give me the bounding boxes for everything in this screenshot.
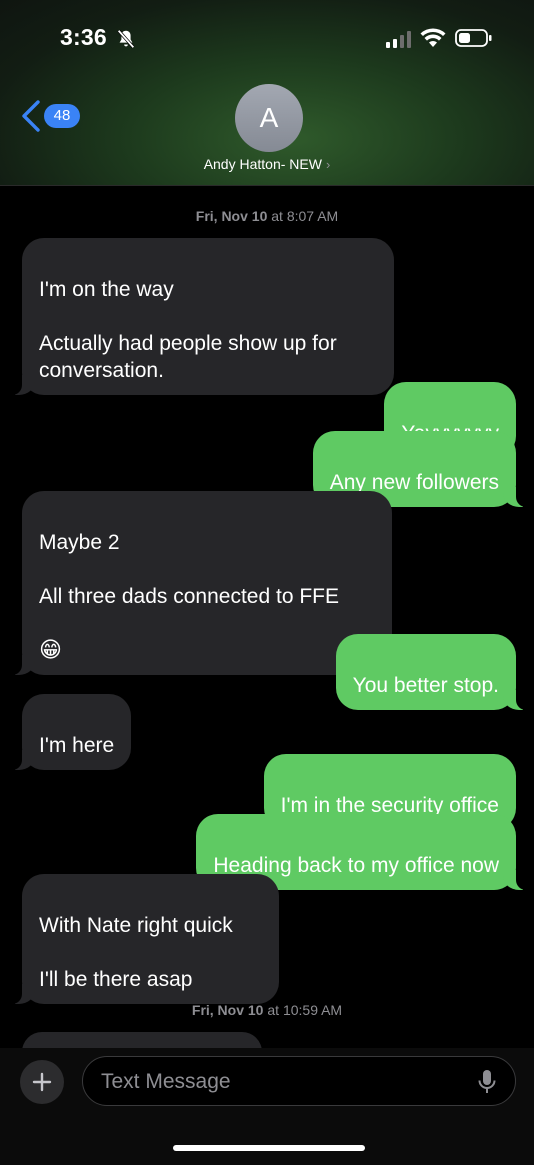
battery-icon — [455, 29, 492, 47]
contact-name[interactable]: Andy Hatton- NEW › — [0, 156, 534, 172]
grinning-emoji: 😁 — [39, 637, 62, 662]
message-text: Maybe 2 All three dads connected to FFE — [39, 531, 339, 608]
message-thread[interactable]: Fri, Nov 10 at 8:07 AM I'm on the way Ac… — [0, 186, 534, 1048]
composer-bar — [0, 1048, 534, 1165]
status-time: 3:36 — [60, 24, 107, 50]
timestamp-time: at 10:59 AM — [263, 1002, 343, 1018]
timestamp-time: at 8:07 AM — [267, 208, 339, 224]
add-attachment-button[interactable] — [20, 1060, 64, 1104]
avatar[interactable]: A — [235, 84, 303, 152]
chevron-left-icon — [22, 100, 40, 132]
back-button[interactable]: 48 — [20, 96, 80, 136]
bell-off-icon — [117, 29, 135, 49]
message-bubble-incoming[interactable]: I'm on the way Actually had people show … — [10, 238, 394, 395]
plus-icon — [32, 1072, 52, 1092]
message-bubble-outgoing[interactable]: You better stop. — [335, 634, 529, 710]
message-text: I'm here — [39, 734, 115, 757]
microphone-icon[interactable] — [477, 1069, 497, 1095]
contact-name-label: Andy Hatton- NEW — [203, 156, 322, 172]
message-bubble-incoming[interactable]: With Nate right quick I'll be there asap — [10, 874, 279, 1004]
timestamp-day: Fri, Nov 10 — [191, 1002, 264, 1018]
message-input-field[interactable] — [82, 1056, 516, 1106]
timestamp: Fri, Nov 10 at 10:59 AM — [0, 1002, 534, 1018]
timestamp: Fri, Nov 10 at 8:07 AM — [0, 208, 534, 224]
wifi-icon — [420, 28, 446, 47]
message-text: You better stop. — [352, 674, 499, 697]
conversation-header: 3:36 48 A Andy Hatton- NEW › — [0, 0, 534, 186]
message-text: With Nate right quick I'll be there asap — [39, 914, 233, 991]
signal-icon — [386, 31, 411, 48]
unread-count-badge: 48 — [44, 104, 80, 128]
message-text: I'm on the way Actually had people show … — [39, 278, 337, 382]
partially-hidden-message-bubble[interactable] — [22, 1032, 262, 1048]
home-indicator[interactable] — [173, 1145, 365, 1151]
message-bubble-incoming[interactable]: I'm here — [9, 694, 132, 770]
message-input[interactable] — [101, 1067, 471, 1097]
chevron-right-icon: › — [325, 157, 331, 172]
timestamp-day: Fri, Nov 10 — [195, 208, 268, 224]
